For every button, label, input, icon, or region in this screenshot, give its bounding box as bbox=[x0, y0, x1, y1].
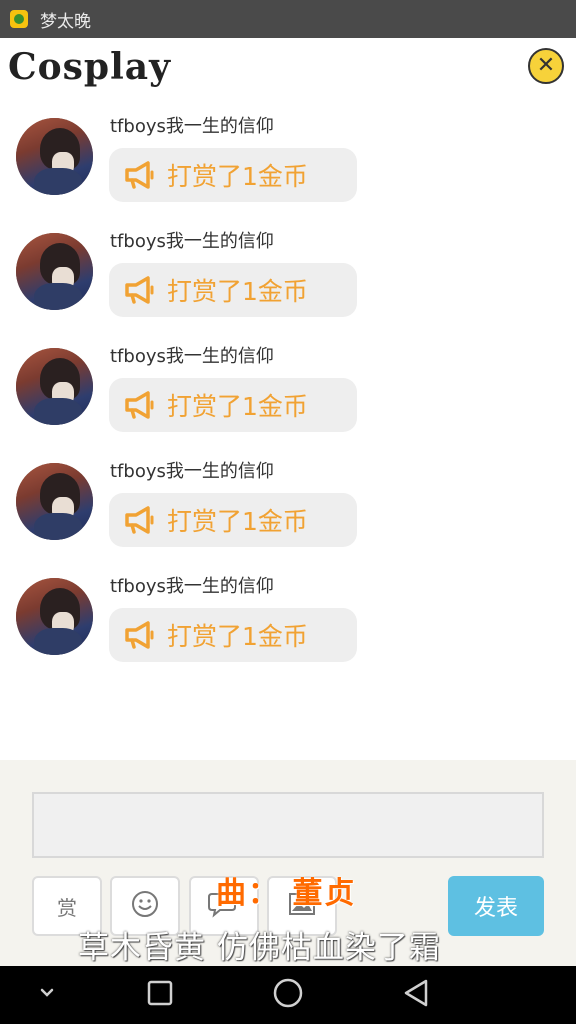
reward-text: 打赏了1金币 bbox=[167, 162, 308, 191]
nav-recents-button[interactable] bbox=[140, 976, 180, 1014]
comment-input[interactable] bbox=[32, 792, 544, 858]
send-label: 发表 bbox=[473, 896, 518, 921]
reward-text: 打赏了1金币 bbox=[167, 392, 308, 421]
list-item: tfboys我一生的信仰 打赏了1金币 bbox=[0, 560, 576, 675]
header: Cosplay ✕ bbox=[0, 38, 576, 100]
message-list[interactable]: tfboys我一生的信仰 打赏了1金币 tfboys我一生的信仰 打赏了1金币 … bbox=[0, 100, 576, 760]
circle-icon bbox=[272, 977, 304, 1013]
avatar[interactable] bbox=[16, 348, 93, 425]
avatar[interactable] bbox=[16, 118, 93, 195]
square-icon bbox=[146, 979, 174, 1011]
reward-text: 打赏了1金币 bbox=[167, 277, 308, 306]
app-icon bbox=[10, 10, 28, 28]
reward-bubble: 打赏了1金币 bbox=[109, 378, 357, 432]
lyric-credit-overlay: 曲： 董贞 bbox=[216, 876, 357, 911]
nav-home-button[interactable] bbox=[268, 976, 308, 1014]
reward-text: 打赏了1金币 bbox=[167, 507, 308, 536]
avatar[interactable] bbox=[16, 578, 93, 655]
avatar[interactable] bbox=[16, 463, 93, 540]
megaphone-icon bbox=[123, 618, 157, 652]
reward-bubble: 打赏了1金币 bbox=[109, 608, 357, 662]
megaphone-icon bbox=[123, 158, 157, 192]
username[interactable]: tfboys我一生的信仰 bbox=[110, 572, 274, 598]
username[interactable]: tfboys我一生的信仰 bbox=[110, 457, 274, 483]
username[interactable]: tfboys我一生的信仰 bbox=[110, 227, 274, 253]
close-button[interactable]: ✕ bbox=[528, 48, 564, 84]
avatar[interactable] bbox=[16, 233, 93, 310]
system-nav-bar bbox=[0, 966, 576, 1024]
megaphone-icon bbox=[123, 388, 157, 422]
page-title: Cosplay bbox=[8, 46, 172, 88]
close-icon: ✕ bbox=[536, 53, 556, 78]
chevron-down-icon bbox=[37, 983, 57, 1007]
list-item: tfboys我一生的信仰 打赏了1金币 bbox=[0, 100, 576, 215]
status-bar: 梦太晚 bbox=[0, 0, 576, 38]
lyric-line-overlay: 草木昏黄 仿佛枯血染了霜 bbox=[78, 930, 441, 966]
username[interactable]: tfboys我一生的信仰 bbox=[110, 112, 274, 138]
reward-text: 打赏了1金币 bbox=[167, 622, 308, 651]
megaphone-icon bbox=[123, 503, 157, 537]
reward-bubble: 打赏了1金币 bbox=[109, 148, 357, 202]
send-button[interactable]: 发表 bbox=[448, 876, 544, 936]
reward-bubble: 打赏了1金币 bbox=[109, 263, 357, 317]
nav-back-button[interactable] bbox=[396, 976, 436, 1014]
back-triangle-icon bbox=[400, 977, 432, 1013]
list-item: tfboys我一生的信仰 打赏了1金币 bbox=[0, 215, 576, 330]
status-app-name: 梦太晚 bbox=[40, 11, 91, 32]
list-item: tfboys我一生的信仰 打赏了1金币 bbox=[0, 330, 576, 445]
username[interactable]: tfboys我一生的信仰 bbox=[110, 342, 274, 368]
list-item: tfboys我一生的信仰 打赏了1金币 bbox=[0, 445, 576, 560]
reward-bubble: 打赏了1金币 bbox=[109, 493, 357, 547]
smiley-icon bbox=[130, 889, 160, 924]
megaphone-icon bbox=[123, 273, 157, 307]
nav-hide-button[interactable] bbox=[27, 976, 67, 1014]
reward-label: 赏 bbox=[57, 895, 77, 920]
